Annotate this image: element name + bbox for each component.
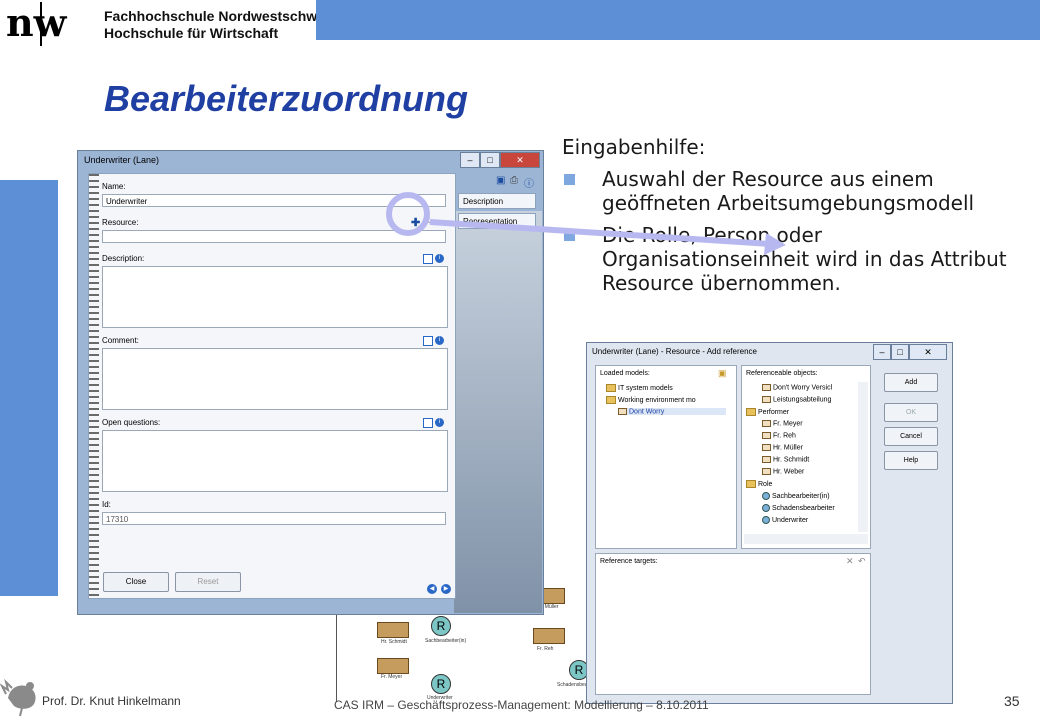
arrow-head [764, 233, 786, 255]
footer-course: CAS IRM – Geschäftsprozess-Management: M… [334, 698, 709, 712]
rooster-head [26, 682, 34, 690]
rooster-logo [0, 678, 36, 717]
page-number: 35 [1004, 693, 1020, 709]
arrow-line [429, 219, 771, 247]
footer-author: Prof. Dr. Knut Hinkelmann [42, 694, 181, 708]
pointer-arrow [429, 219, 786, 255]
rooster-leg [19, 707, 23, 717]
